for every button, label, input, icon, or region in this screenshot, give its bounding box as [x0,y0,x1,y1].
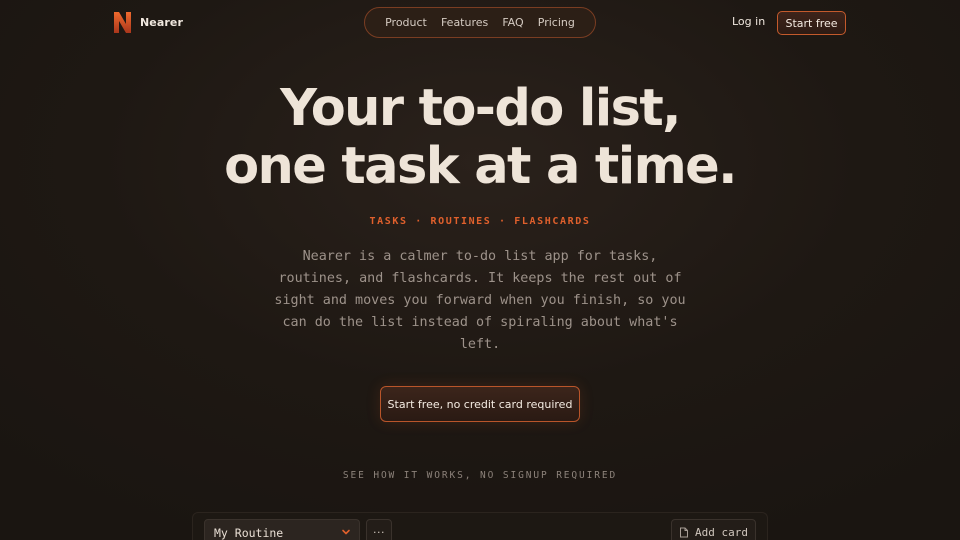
main-nav: Product Features FAQ Pricing [364,7,596,38]
nav-link-faq[interactable]: FAQ [502,16,523,29]
hero-title-line-2: one task at a time. [224,137,737,196]
chevron-down-icon [342,529,350,535]
add-card-icon [680,527,688,537]
routine-select-value: My Routine [214,525,284,540]
add-card-label: Add card [695,525,748,539]
routine-select[interactable]: My Routine [204,519,360,540]
hero-title-line-1: Your to-do list, [280,79,681,138]
hero-tagline: TASKS · ROUTINES · FLASHCARDS [369,216,591,227]
nav-link-features[interactable]: Features [441,16,488,29]
start-free-button[interactable]: Start free [777,11,846,35]
brand-logo-link[interactable]: Nearer [113,11,183,34]
hero-description: Nearer is a calmer to-do list app for ta… [274,249,686,352]
cta-start-free-button[interactable]: Start free, no credit card required [380,386,580,422]
nearer-logo-icon [114,12,131,33]
hero-title: Your to-do list, one task at a time. [0,80,960,196]
demo-intro-label: SEE HOW IT WORKS, NO SIGNUP REQUIRED [342,470,618,481]
nav-link-pricing[interactable]: Pricing [538,16,575,29]
brand-name: Nearer [140,16,183,29]
more-icon: ··· [373,525,385,539]
add-card-button[interactable]: Add card [671,519,756,540]
login-link[interactable]: Log in [732,15,765,28]
nav-link-product[interactable]: Product [385,16,427,29]
more-options-button[interactable]: ··· [366,519,392,540]
